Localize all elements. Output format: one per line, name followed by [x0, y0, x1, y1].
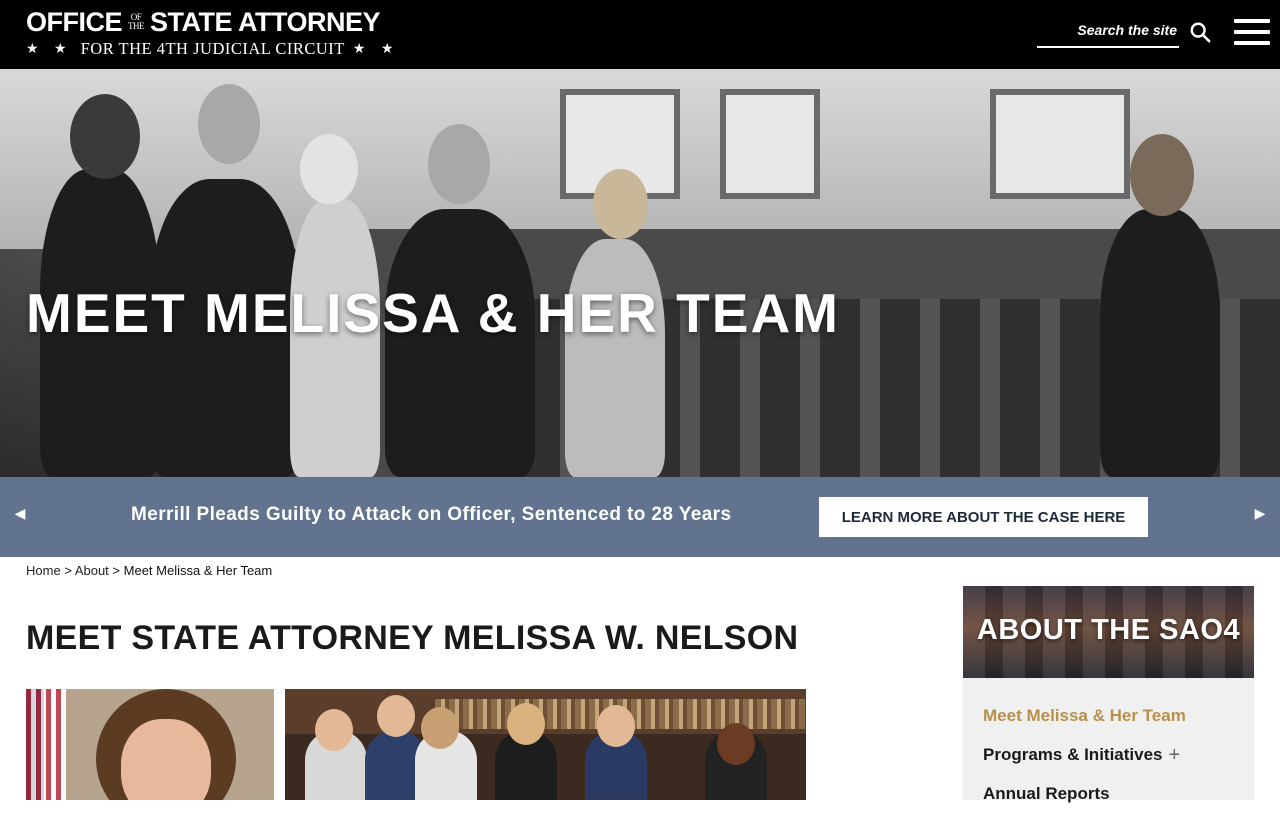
sidebar-title: ABOUT THE SAO4	[976, 614, 1241, 646]
page-title: MEET STATE ATTORNEY MELISSA W. NELSON	[26, 619, 799, 657]
logo-the: THE	[128, 21, 145, 31]
breadcrumb: Home > About > Meet Melissa & Her Team	[26, 563, 272, 578]
logo-stars-right: ★ ★	[352, 41, 400, 57]
logo-word-state-attorney: STATE ATTORNEY	[150, 7, 381, 37]
hero-photo-head	[70, 94, 140, 179]
hero-title: MEET MELISSA & HER TEAM	[26, 282, 840, 344]
logo-subtitle: FOR THE 4TH JUDICIAL CIRCUIT	[80, 39, 345, 58]
team-photo-head	[377, 695, 415, 737]
breadcrumb-separator: >	[112, 563, 121, 578]
hero-photo-window	[990, 89, 1130, 199]
sidebar-item-label: Meet Melissa & Her Team	[983, 706, 1186, 725]
sidebar-banner: ABOUT THE SAO4	[963, 586, 1254, 678]
breadcrumb-current: Meet Melissa & Her Team	[123, 563, 273, 578]
search-box	[1037, 16, 1179, 48]
team-photo-head	[717, 723, 755, 765]
breadcrumb-about-link[interactable]: About	[75, 563, 109, 578]
hero-photo-head	[428, 124, 490, 204]
hero-photo-head	[1130, 134, 1194, 216]
site-header: OFFICE OF THE STATE ATTORNEY ★ ★ FOR THE…	[0, 0, 1280, 69]
sidebar-item-label: Programs & Initiatives	[983, 745, 1163, 764]
menu-bar	[1234, 30, 1270, 34]
team-photo-head	[597, 705, 635, 747]
team-photo	[285, 689, 806, 800]
logo-word-office: OFFICE	[26, 7, 123, 37]
sidebar-item-meet-melissa[interactable]: Meet Melissa & Her Team	[983, 706, 1186, 726]
hero-photo-head	[198, 84, 260, 164]
site-logo[interactable]: OFFICE OF THE STATE ATTORNEY ★ ★ FOR THE…	[26, 8, 399, 59]
search-icon[interactable]	[1189, 21, 1211, 43]
menu-bar	[1234, 19, 1270, 23]
sidebar-item-annual-reports[interactable]: Annual Reports	[983, 784, 1186, 804]
sidebar-nav: Meet Melissa & Her Team Programs & Initi…	[983, 706, 1186, 823]
hero-photo-window	[720, 89, 820, 199]
team-photo-head	[315, 709, 353, 751]
search-input[interactable]	[1037, 16, 1179, 44]
about-sidebar: ABOUT THE SAO4 Meet Melissa & Her Team P…	[963, 586, 1254, 803]
flag-graphic	[26, 689, 66, 800]
learn-more-button[interactable]: LEARN MORE ABOUT THE CASE HERE	[819, 497, 1148, 537]
logo-title-line: OFFICE OF THE STATE ATTORNEY	[26, 8, 399, 36]
team-photo-head	[421, 707, 459, 749]
hero-photo-person	[1100, 209, 1220, 477]
logo-subtitle-line: ★ ★ FOR THE 4TH JUDICIAL CIRCUIT ★ ★	[26, 39, 399, 59]
expand-plus-icon[interactable]: +	[1169, 744, 1181, 767]
hero-photo-head	[593, 169, 648, 239]
hero-photo-head	[300, 134, 358, 204]
menu-bar	[1234, 41, 1270, 45]
news-ticker: ◀ Merrill Pleads Guilty to Attack on Off…	[0, 477, 1280, 557]
hamburger-menu-icon[interactable]	[1234, 19, 1270, 46]
sidebar-item-label: Annual Reports	[983, 784, 1110, 803]
logo-of-the: OF THE	[128, 13, 145, 31]
ticker-prev-arrow-icon[interactable]: ◀	[10, 505, 30, 522]
breadcrumb-separator: >	[64, 563, 72, 578]
portrait-photo	[26, 689, 274, 800]
portrait-face	[121, 719, 211, 800]
ticker-headline[interactable]: Merrill Pleads Guilty to Attack on Offic…	[131, 504, 731, 526]
hero-photo-person	[565, 239, 665, 477]
hero-banner: MEET MELISSA & HER TEAM	[0, 69, 1280, 477]
ticker-next-arrow-icon[interactable]: ▶	[1250, 505, 1270, 522]
logo-stars-left: ★ ★	[26, 41, 73, 57]
breadcrumb-home-link[interactable]: Home	[26, 563, 61, 578]
team-photo-head	[507, 703, 545, 745]
sidebar-item-programs[interactable]: Programs & Initiatives +	[983, 744, 1186, 767]
